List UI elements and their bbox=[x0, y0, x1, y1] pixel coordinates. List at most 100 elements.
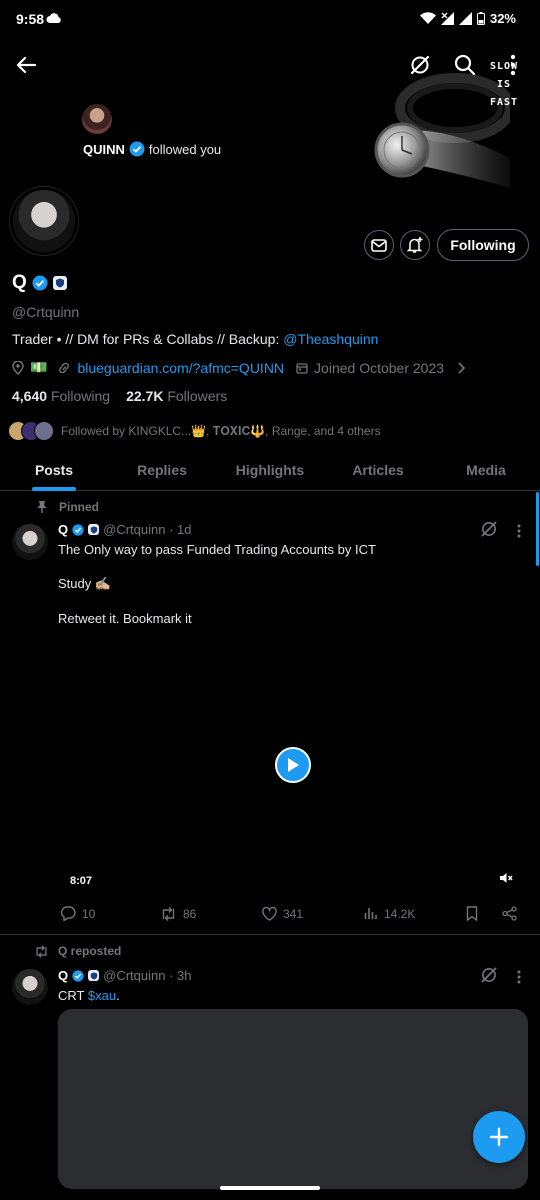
reposted-indicator: Q reposted bbox=[34, 944, 121, 958]
bookmark-action[interactable] bbox=[466, 906, 502, 921]
post-media[interactable] bbox=[58, 1009, 528, 1189]
post-grok-button[interactable] bbox=[480, 966, 498, 984]
like-icon bbox=[262, 906, 277, 921]
post-handle-time: @Crtquinn · 3h bbox=[103, 968, 192, 983]
post-more-button[interactable] bbox=[517, 524, 521, 538]
like-count: 341 bbox=[283, 906, 304, 921]
search-button[interactable] bbox=[445, 45, 485, 85]
scrollbar[interactable] bbox=[536, 492, 539, 566]
post-grok-button[interactable] bbox=[480, 520, 498, 538]
post-text-line1: The Only way to pass Funded Trading Acco… bbox=[58, 542, 376, 557]
affiliate-badge-icon bbox=[88, 970, 100, 981]
following-count: 4,640 bbox=[12, 388, 48, 404]
pinned-indicator: Pinned bbox=[36, 500, 99, 514]
grok-icon bbox=[481, 521, 497, 537]
reply-count: 10 bbox=[82, 906, 96, 921]
bio-link[interactable]: @Theashquinn bbox=[283, 331, 378, 347]
profile-bio: Trader • // DM for PRs & Collabs // Back… bbox=[12, 331, 378, 347]
grok-icon bbox=[410, 55, 430, 75]
mutual-avatar bbox=[34, 421, 54, 441]
repost-icon bbox=[162, 906, 175, 921]
more-button[interactable] bbox=[493, 45, 533, 85]
post-text-line2: Study ✍🏼 bbox=[58, 576, 112, 591]
play-icon bbox=[288, 758, 299, 772]
post-avatar[interactable] bbox=[12, 524, 48, 560]
tab-highlights[interactable]: Highlights bbox=[216, 450, 324, 490]
joined-date: Joined October 2023 bbox=[314, 359, 445, 376]
video-duration: 8:07 bbox=[70, 875, 93, 887]
following-button[interactable]: Following bbox=[437, 229, 529, 261]
post-author-name[interactable]: Q bbox=[58, 968, 68, 983]
more-icon bbox=[517, 524, 521, 538]
post-divider bbox=[0, 934, 540, 935]
like-action[interactable]: 341 bbox=[262, 906, 364, 921]
website-link[interactable]: blueguardian.com/?afmc=QUINN bbox=[77, 360, 284, 376]
affiliate-badge-icon[interactable] bbox=[52, 276, 67, 290]
reposted-label: Q reposted bbox=[58, 944, 122, 958]
verified-badge-icon bbox=[72, 969, 84, 982]
message-button[interactable] bbox=[364, 230, 394, 260]
compose-button[interactable] bbox=[473, 1111, 525, 1163]
notifications-button[interactable] bbox=[400, 230, 430, 260]
reply-action[interactable]: 10 bbox=[60, 906, 160, 921]
follower-name: QUINN bbox=[83, 141, 125, 157]
affiliate-badge-icon bbox=[88, 524, 100, 535]
post-handle-time: @Crtquinn · 1d bbox=[103, 522, 192, 537]
battery-percent: 32% bbox=[489, 11, 516, 26]
profile-name: Q bbox=[12, 272, 27, 293]
followers-stat[interactable]: 22.7K Followers bbox=[126, 388, 227, 404]
location-text: 💵 bbox=[30, 359, 48, 375]
view-count: 14.2K bbox=[384, 906, 416, 921]
chevron-right-icon[interactable] bbox=[456, 361, 466, 374]
repost-text-end: . bbox=[116, 988, 120, 1003]
verified-badge-icon[interactable] bbox=[32, 275, 48, 291]
post-header: Q @Crtquinn · 3h bbox=[58, 968, 191, 983]
follower-avatar[interactable] bbox=[82, 104, 112, 134]
post-text-line3: Retweet it. Bookmark it bbox=[58, 611, 192, 626]
calendar-icon bbox=[296, 362, 308, 374]
tab-media[interactable]: Media bbox=[432, 450, 540, 490]
grok-icon bbox=[481, 967, 497, 983]
profile-avatar[interactable] bbox=[10, 187, 78, 255]
mail-icon bbox=[371, 238, 387, 252]
post-author-name[interactable]: Q bbox=[58, 522, 68, 537]
video-mute-button[interactable] bbox=[499, 871, 513, 885]
followers-count: 22.7K bbox=[126, 388, 164, 404]
post-header: Q @Crtquinn · 1d bbox=[58, 522, 191, 537]
repost-text-start: CRT bbox=[58, 988, 88, 1003]
tab-articles[interactable]: Articles bbox=[324, 450, 432, 490]
views-icon bbox=[364, 908, 377, 919]
pin-icon bbox=[37, 501, 47, 513]
home-indicator[interactable] bbox=[220, 1186, 320, 1190]
post-more-button[interactable] bbox=[517, 970, 521, 984]
bookmark-icon bbox=[466, 906, 478, 921]
repost-count: 86 bbox=[183, 906, 197, 921]
post-avatar[interactable] bbox=[12, 969, 48, 1005]
more-icon bbox=[517, 970, 521, 984]
compose-icon bbox=[489, 1127, 509, 1147]
grok-button[interactable] bbox=[400, 45, 440, 85]
followed-by-text: Followed by KINGKLC...👑, 𝐓𝐎𝐗𝐈𝐂🔱, Range, … bbox=[61, 423, 381, 438]
verified-badge-icon bbox=[129, 141, 145, 157]
verified-badge-icon bbox=[72, 523, 84, 536]
repost-action[interactable]: 86 bbox=[160, 907, 262, 921]
share-action[interactable] bbox=[502, 906, 517, 921]
video-play-button[interactable] bbox=[275, 747, 311, 783]
bell-plus-icon bbox=[406, 237, 423, 253]
mutual-avatars bbox=[8, 421, 54, 441]
following-stat[interactable]: 4,640 Following bbox=[12, 388, 110, 404]
tab-replies[interactable]: Replies bbox=[108, 450, 216, 490]
views-action[interactable]: 14.2K bbox=[364, 907, 466, 921]
repost-icon bbox=[36, 944, 47, 958]
cashtag-link[interactable]: $xau bbox=[88, 988, 116, 1003]
followed-by-row[interactable]: Followed by KINGKLC...👑, 𝐓𝐎𝐗𝐈𝐂🔱, Range, … bbox=[8, 421, 381, 441]
back-button[interactable] bbox=[6, 45, 46, 85]
status-bar: 9:58 32% bbox=[0, 0, 540, 38]
tab-posts[interactable]: Posts bbox=[0, 450, 108, 490]
repost-text: CRT $xau. bbox=[58, 988, 120, 1003]
followed-you-notice: QUINN followed you bbox=[83, 141, 221, 157]
cloud-icon bbox=[46, 12, 62, 24]
profile-tabs: Posts Replies Highlights Articles Media bbox=[0, 450, 540, 491]
share-icon bbox=[502, 906, 517, 921]
followers-label: Followers bbox=[167, 388, 228, 404]
